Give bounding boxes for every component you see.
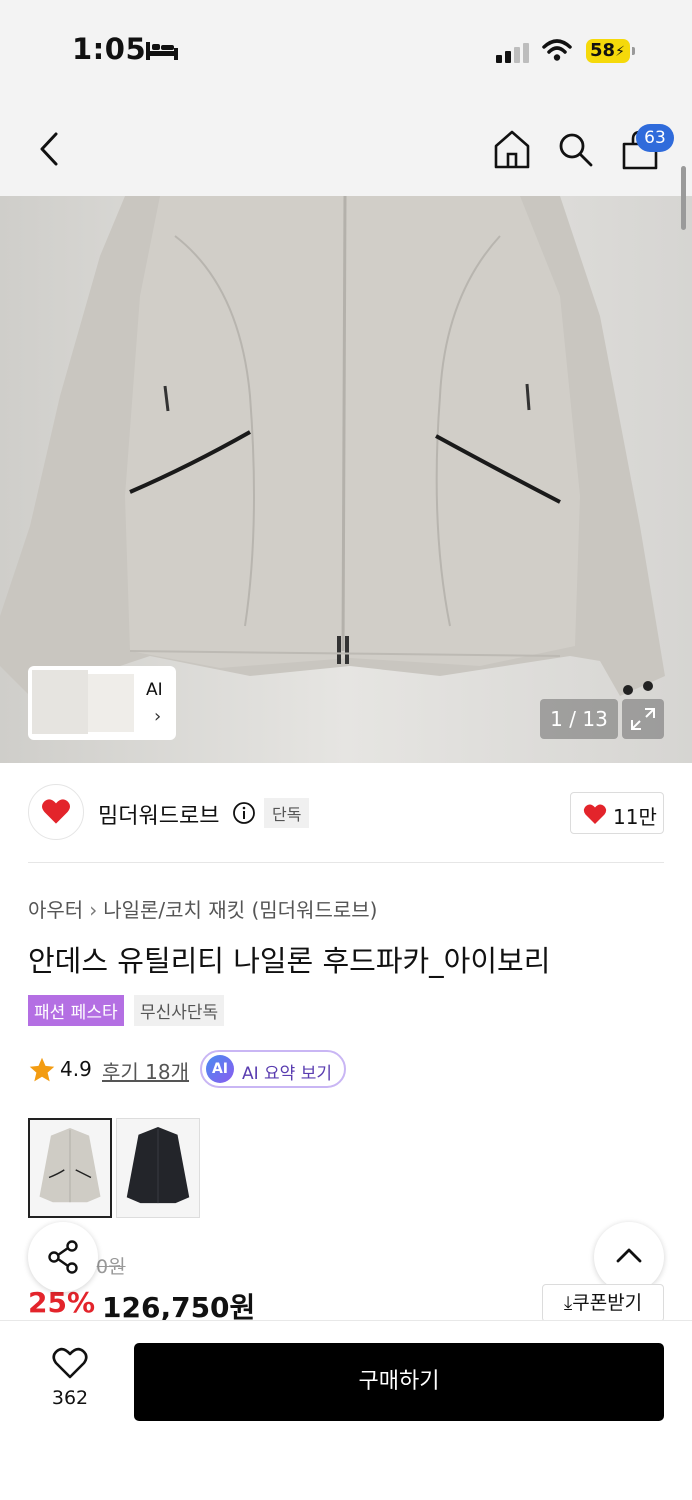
brand-heart-logo — [42, 799, 70, 824]
battery-nub — [632, 47, 635, 55]
breadcrumb-category[interactable]: 아우터 — [28, 898, 83, 922]
ai-label: AI — [146, 680, 163, 700]
color-option-ivory[interactable] — [28, 1118, 112, 1218]
bottom-action-bar: 362 구매하기 — [0, 1320, 692, 1500]
divider — [28, 862, 664, 863]
chevron-up-icon — [616, 1248, 642, 1263]
original-price: 0원 — [96, 1256, 126, 1278]
scroll-to-top-button[interactable] — [594, 1222, 664, 1292]
color-option-black[interactable] — [116, 1118, 200, 1218]
cart-count-badge: 63 — [636, 124, 674, 152]
battery-level: 58 — [590, 40, 616, 61]
chevron-right-icon: › — [154, 706, 162, 727]
breadcrumb: 아우터 › 나일론/코치 재킷 (밈더워드로브) — [28, 894, 377, 923]
musinsa-exclusive-tag: 무신사단독 — [134, 995, 225, 1026]
exclusive-badge: 단독 — [264, 798, 310, 828]
ai-try-on-thumbnail[interactable]: AI › — [28, 666, 176, 740]
rating-value: 4.9 — [60, 1057, 92, 1081]
ai-badge-icon: AI — [206, 1055, 234, 1083]
heart-filled-icon — [583, 804, 607, 824]
brand-like-button[interactable]: 11만 — [570, 792, 664, 834]
ai-summary-label: AI 요약 보기 — [242, 1064, 333, 1084]
ai-summary-button[interactable]: AI AI 요약 보기 — [200, 1050, 346, 1088]
coupon-button[interactable]: ⤓쿠폰받기 — [542, 1284, 664, 1322]
expand-icon — [631, 708, 655, 730]
coupon-label: 쿠폰받기 — [572, 1292, 643, 1314]
home-icon[interactable] — [492, 128, 532, 170]
ivory-jacket-thumbnail — [39, 1128, 101, 1203]
thumbnail-model-side — [88, 674, 134, 732]
image-counter: 1 / 13 — [540, 699, 618, 739]
scroll-indicator[interactable] — [681, 166, 686, 230]
brand-like-count: 11만 — [613, 805, 657, 829]
info-icon[interactable] — [232, 801, 256, 825]
cellular-signal-icon — [496, 41, 529, 63]
sleep-mode-icon — [146, 42, 178, 60]
product-image-gallery[interactable]: AI › 1 / 13 — [0, 196, 692, 763]
top-navigation — [0, 100, 692, 196]
status-bar: 1:05 58⚡ — [0, 0, 692, 100]
fashion-festa-tag: 패션 페스타 — [28, 995, 124, 1026]
thumbnail-model-front — [32, 670, 88, 734]
breadcrumb-subcategory[interactable]: 나일론/코치 재킷 (밈더워드로브) — [103, 898, 377, 922]
reviews-link[interactable]: 후기 18개 — [102, 1056, 189, 1085]
download-icon: ⤓ — [563, 1292, 573, 1314]
share-button[interactable] — [28, 1222, 98, 1292]
back-icon[interactable] — [34, 130, 66, 168]
heart-outline-icon — [52, 1347, 88, 1379]
search-icon[interactable] — [556, 130, 594, 168]
buy-button[interactable]: 구매하기 — [134, 1343, 664, 1421]
expand-button[interactable] — [622, 699, 664, 739]
product-title: 안데스 유틸리티 나일론 후드파카_아이보리 — [28, 944, 551, 978]
charging-bolt-icon: ⚡ — [615, 44, 625, 60]
status-time: 1:05 — [72, 32, 147, 66]
brand-name[interactable]: 밈더워드로브 — [98, 798, 219, 830]
star-icon — [29, 1057, 55, 1082]
wifi-icon — [542, 39, 572, 61]
wishlist-button[interactable]: 362 — [40, 1347, 100, 1409]
wishlist-count: 362 — [51, 1387, 89, 1409]
share-icon — [48, 1240, 78, 1274]
black-jacket-thumbnail — [126, 1127, 190, 1204]
brand-logo[interactable] — [28, 784, 84, 840]
battery-indicator: 58⚡ — [586, 39, 630, 63]
chevron-right-icon: › — [89, 898, 98, 922]
